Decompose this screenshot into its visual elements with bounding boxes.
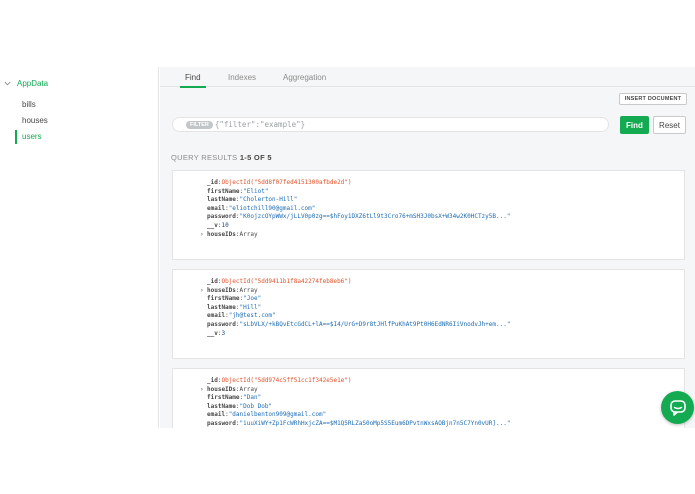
field-key: email [207,411,226,419]
document-field[interactable]: › houseIDs:Array [200,286,684,296]
query-results-prefix: QUERY RESULTS [171,153,240,162]
document-field: email:"eliotchill90@gmail.com" [207,205,684,214]
document-field: password:"iuuXiWY+Zp1FcWRhHxjcZA==$M1Q5R… [207,420,684,428]
field-key: firstName [207,187,240,195]
tab-indexes[interactable]: Indexes [228,73,256,82]
document-field: __v:3 [207,330,684,339]
tab-bar: Find Indexes Aggregation [160,67,695,88]
document-field: lastName:"Cholerton-Hill" [207,196,684,205]
field-key: __v [207,329,218,337]
chat-button[interactable] [661,391,694,424]
field-key: houseIDs [207,230,236,238]
filter-tag: FILTER [186,120,213,129]
field-value: 3 [221,329,226,337]
field-value: "danielbenton909@gmail.com" [228,411,327,419]
tab-find[interactable]: Find [180,73,206,88]
field-value: "sLbVLX/+kBQvEtcGdCL+lA==$I4/UrG+D9r8tJH… [239,320,511,328]
field-key: password [207,419,236,427]
field-value: "Dan" [243,394,262,402]
filter-input[interactable]: {"filter":"example"} [215,120,305,129]
field-key: email [207,204,226,212]
field-key: houseIDs [207,286,236,294]
document-field: firstName:"Eliot" [207,188,684,197]
field-value: 10 [221,221,229,229]
field-key: firstName [207,295,240,303]
field-value: ObjectId("5dd8f07fed4151300afbde2d") [221,179,352,186]
field-key: lastName [207,196,236,204]
tab-aggregation[interactable]: Aggregation [283,73,326,82]
collection-list: bills houses users [15,97,48,145]
field-value: "iuuXiWY+Zp1FcWRhHxjcZA==$M1Q5RLZaS0oMp5… [239,419,511,427]
document-card[interactable]: _id:ObjectId("5dd974c5ff51cc1f342e5e1e")… [172,368,685,428]
field-value: "Hill" [239,303,262,311]
document-list: _id:ObjectId("5dd8f07fed4151300afbde2d")… [172,170,685,428]
document-field: lastName:"Dob Dob" [207,403,684,412]
caret-right-icon[interactable]: › [200,287,204,296]
document-field[interactable]: › houseIDs:Array [200,385,684,395]
collection-item-users[interactable]: users [15,129,48,145]
sidebar: AppData bills houses users [0,67,159,428]
insert-document-button[interactable]: INSERT DOCUMENT [619,93,687,105]
field-key: email [207,312,226,320]
collection-item-bills[interactable]: bills [15,97,48,113]
caret-right-icon[interactable]: › [200,386,204,395]
field-value: Array [239,385,258,393]
field-value: ObjectId("5dd9411b1f8a42274feb8eb6") [221,278,352,285]
field-key: houseIDs [207,385,236,393]
main-panel: Find Indexes Aggregation INSERT DOCUMENT… [160,67,695,428]
field-key: __v [207,221,218,229]
field-key: _id [207,377,218,384]
chevron-down-icon[interactable] [4,80,11,87]
field-value: "Dob Dob" [239,402,273,410]
field-value: Array [239,230,258,238]
field-value: "Cholerton-Hill" [239,196,298,204]
find-button[interactable]: Find [620,116,649,134]
filter-bar[interactable]: FILTER {"filter":"example"} [172,117,609,132]
app-window: AppData bills houses users Find Indexes … [0,67,695,428]
document-field: __v:10 [207,222,684,231]
document-field: email:"jh@test.com" [207,312,684,321]
query-results-label: QUERY RESULTS 1-5 OF 5 [171,153,272,162]
document-field: email:"danielbenton909@gmail.com" [207,411,684,420]
document-field: password:"K0ojzcOYpWWx/jLLV0p0zg==$hFoy1… [207,213,684,222]
field-value: "Eliot" [243,187,269,195]
collection-item-houses[interactable]: houses [15,113,48,129]
field-key: lastName [207,402,236,410]
field-key: firstName [207,394,240,402]
field-key: lastName [207,303,236,311]
document-field: firstName:"Joe" [207,295,684,304]
field-value: "eliotchill90@gmail.com" [228,204,316,212]
query-results-range: 1-5 OF 5 [239,153,272,162]
field-value: "Joe" [243,295,262,303]
chat-bubble-icon [669,399,686,416]
field-key: _id [207,179,218,186]
field-value: Array [239,286,258,294]
field-value: "jh@test.com" [228,312,276,320]
document-field: lastName:"Hill" [207,304,684,313]
document-field: _id:ObjectId("5dd9411b1f8a42274feb8eb6") [207,278,684,287]
reset-button[interactable]: Reset [653,116,686,134]
document-field: _id:ObjectId("5dd8f07fed4151300afbde2d") [207,179,684,188]
document-field: _id:ObjectId("5dd974c5ff51cc1f342e5e1e") [207,377,684,386]
field-key: _id [207,278,218,285]
database-item[interactable]: AppData [4,79,48,88]
field-key: password [207,320,236,328]
field-value: "K0ojzcOYpWWx/jLLV0p0zg==$hFoy1DXZ6tLl9t… [239,213,511,221]
document-card[interactable]: _id:ObjectId("5dd8f07fed4151300afbde2d")… [172,170,685,260]
caret-right-icon[interactable]: › [200,231,204,240]
document-field: password:"sLbVLX/+kBQvEtcGdCL+lA==$I4/Ur… [207,321,684,330]
document-card[interactable]: _id:ObjectId("5dd9411b1f8a42274feb8eb6")… [172,269,685,359]
field-key: password [207,213,236,221]
document-field[interactable]: › houseIDs:Array [200,230,684,240]
field-value: ObjectId("5dd974c5ff51cc1f342e5e1e") [221,377,352,384]
database-name: AppData [17,79,49,88]
document-field: firstName:"Dan" [207,394,684,403]
